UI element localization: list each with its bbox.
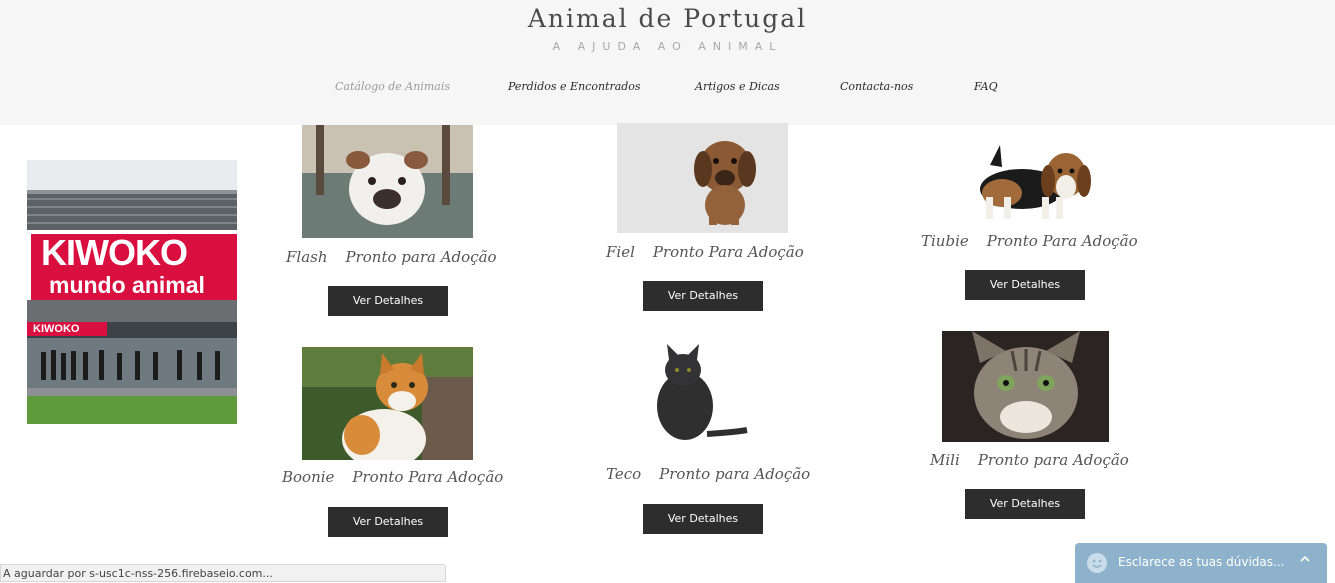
nav-item-contacta[interactable]: Contacta-nos <box>840 80 913 93</box>
pet-caption-flash: Flash Pronto para Adoção <box>286 248 497 266</box>
pet-caption-tiubie: Tiubie Pronto Para Adoção <box>921 232 1138 250</box>
pet-name: Boonie <box>282 468 335 486</box>
pet-name: Mili <box>930 451 960 469</box>
ver-detalhes-button[interactable]: Ver Detalhes <box>965 270 1085 300</box>
pet-caption-teco: Teco Pronto para Adoção <box>606 465 810 483</box>
chat-label: Esclarece as tuas dúvidas... <box>1118 555 1285 569</box>
ad-brand-small: KIWOKO <box>33 323 80 335</box>
pet-status: Pronto para Adoção <box>977 451 1129 469</box>
smiley-icon <box>1087 553 1107 573</box>
kiwoko-ad-image[interactable]: KIWOKO mundo animal KIWOKO <box>27 160 237 424</box>
pet-caption-mili: Mili Pronto para Adoção <box>930 451 1129 469</box>
ver-detalhes-button[interactable]: Ver Detalhes <box>643 281 763 311</box>
pet-name: Flash <box>286 248 328 266</box>
site-tagline: A AJUDA AO ANIMAL <box>552 40 783 53</box>
ver-detalhes-button[interactable]: Ver Detalhes <box>965 489 1085 519</box>
pet-status: Pronto para Adoção <box>659 465 811 483</box>
ver-detalhes-button[interactable]: Ver Detalhes <box>328 286 448 316</box>
pet-photo-mili[interactable] <box>942 331 1109 442</box>
nav-item-artigos[interactable]: Artigos e Dicas <box>695 80 780 93</box>
pet-status: Pronto Para Adoção <box>352 468 504 486</box>
site-title[interactable]: Animal de Portugal <box>0 4 1335 33</box>
pet-status: Pronto para Adoção <box>345 248 497 266</box>
pet-caption-boonie: Boonie Pronto Para Adoção <box>282 468 503 486</box>
pet-photo-boonie[interactable] <box>302 347 473 460</box>
chevron-up-icon[interactable] <box>1299 553 1311 568</box>
nav-item-faq[interactable]: FAQ <box>974 80 998 93</box>
pet-photo-fiel[interactable] <box>617 123 788 233</box>
pet-name: Teco <box>606 465 642 483</box>
pet-photo-teco[interactable] <box>617 336 788 449</box>
pet-caption-fiel: Fiel Pronto Para Adoção <box>606 243 804 261</box>
nav-item-catalogo[interactable]: Catálogo de Animais <box>335 80 450 93</box>
pet-status: Pronto Para Adoção <box>986 232 1138 250</box>
pet-name: Fiel <box>606 243 635 261</box>
ad-slogan: mundo animal <box>49 272 205 298</box>
chat-widget-button[interactable]: Esclarece as tuas dúvidas... <box>1075 543 1327 583</box>
pet-photo-tiubie[interactable] <box>942 125 1109 222</box>
ad-brand: KIWOKO <box>41 232 188 273</box>
ver-detalhes-button[interactable]: Ver Detalhes <box>643 504 763 534</box>
browser-status-bar: A aguardar por s-usc1c-nss-256.firebasei… <box>0 564 446 582</box>
pet-photo-flash[interactable] <box>302 125 473 238</box>
ver-detalhes-button[interactable]: Ver Detalhes <box>328 507 448 537</box>
pet-name: Tiubie <box>921 232 969 250</box>
pet-status: Pronto Para Adoção <box>652 243 804 261</box>
nav-item-perdidos[interactable]: Perdidos e Encontrados <box>508 80 641 93</box>
site-header: Animal de Portugal A AJUDA AO ANIMAL Cat… <box>0 0 1335 125</box>
